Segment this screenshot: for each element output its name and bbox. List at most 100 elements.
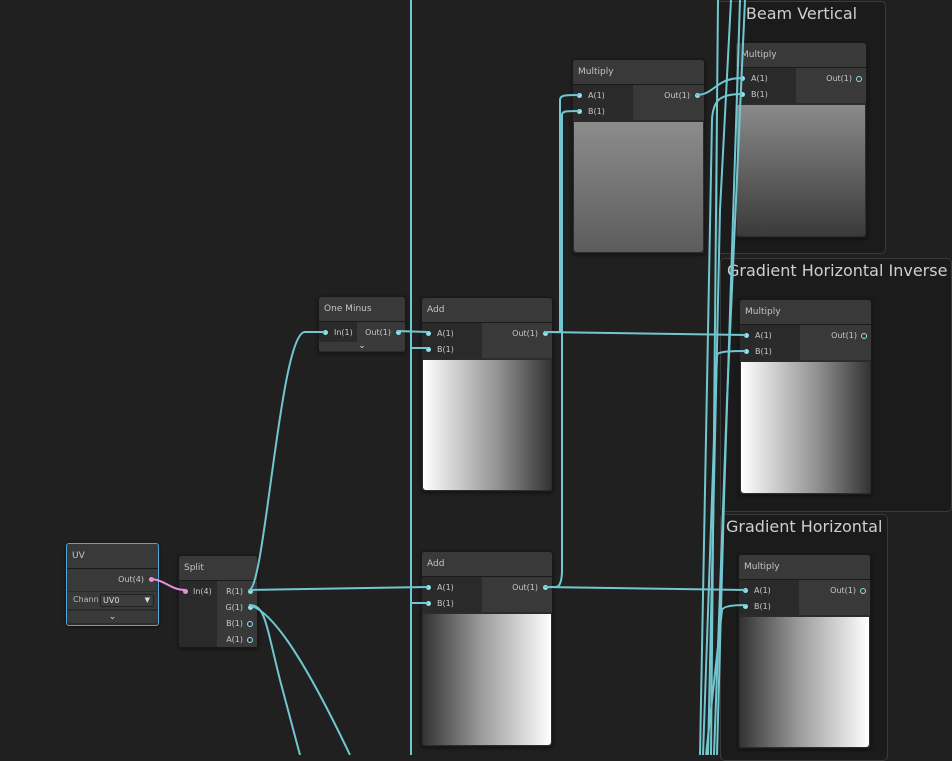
node-title: Multiply	[573, 60, 704, 85]
float-port-dot-icon[interactable]	[577, 109, 582, 114]
output-port-g[interactable]: G(1)	[225, 602, 253, 614]
float-port-dot-icon[interactable]	[740, 76, 745, 81]
output-port-a[interactable]: A(1)	[226, 634, 253, 646]
vector4-port-dot-icon[interactable]	[149, 577, 154, 582]
float-port-dot-icon[interactable]	[744, 333, 749, 338]
node-title: UV	[67, 544, 158, 569]
port-label: G(1)	[225, 603, 243, 612]
input-port-a[interactable]: A(1)	[740, 73, 768, 85]
port-label: A(1)	[226, 635, 243, 644]
empty-port-dot-icon[interactable]	[860, 588, 866, 594]
input-port-in[interactable]: In(4)	[183, 586, 212, 598]
float-port-dot-icon[interactable]	[743, 604, 748, 609]
float-port-dot-icon[interactable]	[426, 331, 431, 336]
add-node-top[interactable]: Add A(1) B(1) Out(1)	[421, 297, 553, 492]
output-port-out[interactable]: Out(1)	[826, 73, 862, 85]
multiply-node-gradient-inverse[interactable]: Multiply A(1) B(1) Out(1)	[739, 299, 872, 495]
channel-row: Channe UV0 ▼	[67, 592, 158, 609]
empty-port-dot-icon[interactable]	[247, 637, 253, 643]
port-label: Out(1)	[512, 329, 538, 338]
output-port-out[interactable]: Out(1)	[830, 585, 866, 597]
input-port-b[interactable]: B(1)	[744, 346, 772, 358]
node-title: Add	[422, 552, 552, 577]
node-title: Multiply	[740, 300, 871, 325]
port-label: B(1)	[437, 345, 454, 354]
port-label: B(1)	[437, 599, 454, 608]
float-port-dot-icon[interactable]	[740, 92, 745, 97]
output-port-out[interactable]: Out(1)	[831, 330, 867, 342]
port-label: A(1)	[588, 91, 605, 100]
group-title: Gradient Horizontal	[726, 517, 883, 536]
input-port-b[interactable]: B(1)	[426, 344, 454, 356]
channel-label: Channe	[73, 595, 99, 604]
channel-dropdown[interactable]: UV0 ▼	[100, 594, 154, 607]
node-title: Multiply	[739, 555, 870, 580]
port-label: Out(1)	[512, 583, 538, 592]
uv-node[interactable]: UV Out(4) Channe UV0 ▼ ⌄	[66, 543, 159, 626]
output-port-out[interactable]: Out(1)	[664, 90, 700, 102]
float-port-dot-icon[interactable]	[543, 585, 548, 590]
float-port-dot-icon[interactable]	[248, 589, 253, 594]
port-label: Out(1)	[365, 328, 391, 337]
port-label: B(1)	[754, 602, 771, 611]
output-port[interactable]: Out(4)	[118, 574, 154, 586]
group-title: Gradient Horizontal Inverse	[727, 261, 948, 280]
empty-port-dot-icon[interactable]	[247, 621, 253, 627]
empty-port-dot-icon[interactable]	[861, 333, 867, 339]
node-preview	[574, 122, 703, 252]
multiply-node-beam-vertical[interactable]: Multiply A(1) B(1) Out(1)	[735, 42, 867, 238]
wire-split-r-one-minus	[248, 331, 325, 591]
multiply-node-mid[interactable]: Multiply A(1) B(1) Out(1)	[572, 59, 705, 254]
chevron-down-icon: ⌄	[108, 612, 117, 622]
wire-split-g-down-2	[248, 604, 351, 755]
float-port-dot-icon[interactable]	[426, 585, 431, 590]
float-port-dot-icon[interactable]	[426, 601, 431, 606]
float-port-dot-icon[interactable]	[744, 349, 749, 354]
multiply-node-gradient-horizontal[interactable]: Multiply A(1) B(1) Out(1)	[738, 554, 871, 749]
input-port-b[interactable]: B(1)	[743, 601, 771, 613]
input-port-a[interactable]: A(1)	[577, 90, 605, 102]
channel-value: UV0	[103, 596, 120, 605]
output-port-b[interactable]: B(1)	[226, 618, 253, 630]
input-port-a[interactable]: A(1)	[743, 585, 771, 597]
wire-add-bottom-multiply-horizontal	[543, 586, 747, 591]
collapse-preview-button[interactable]: ⌄	[319, 342, 405, 351]
input-port-in[interactable]: In(1)	[323, 327, 353, 339]
port-label: B(1)	[755, 347, 772, 356]
float-port-dot-icon[interactable]	[695, 93, 700, 98]
float-port-dot-icon[interactable]	[248, 605, 253, 610]
float-port-dot-icon[interactable]	[396, 330, 401, 335]
port-label: A(1)	[437, 583, 454, 592]
input-port-b[interactable]: B(1)	[740, 89, 768, 101]
float-port-dot-icon[interactable]	[577, 93, 582, 98]
float-port-dot-icon[interactable]	[743, 588, 748, 593]
port-label: R(1)	[226, 587, 243, 596]
one-minus-node[interactable]: One Minus In(1) Out(1) ⌄	[318, 296, 406, 353]
input-port-b[interactable]: B(1)	[577, 106, 605, 118]
output-port-out[interactable]: Out(1)	[365, 327, 401, 339]
output-port-out[interactable]: Out(1)	[512, 582, 548, 594]
input-port-a[interactable]: A(1)	[744, 330, 772, 342]
float-port-dot-icon[interactable]	[323, 330, 328, 335]
split-node[interactable]: Split In(4) R(1) G(1) B(1) A(1)	[178, 555, 258, 648]
port-label: Out(1)	[826, 74, 852, 83]
output-port-r[interactable]: R(1)	[226, 586, 253, 598]
node-title: One Minus	[319, 297, 405, 322]
input-port-b[interactable]: B(1)	[426, 598, 454, 610]
port-label: In(4)	[193, 587, 212, 596]
empty-port-dot-icon[interactable]	[856, 76, 862, 82]
port-label: Out(1)	[664, 91, 690, 100]
collapse-preview-button[interactable]: ⌄	[67, 611, 158, 623]
add-node-bottom[interactable]: Add A(1) B(1) Out(1)	[421, 551, 553, 747]
node-preview	[423, 614, 551, 745]
output-port-out[interactable]: Out(1)	[512, 328, 548, 340]
vector4-port-dot-icon[interactable]	[183, 589, 188, 594]
port-label: In(1)	[334, 328, 353, 337]
float-port-dot-icon[interactable]	[543, 331, 548, 336]
port-label: A(1)	[755, 331, 772, 340]
float-port-dot-icon[interactable]	[426, 347, 431, 352]
input-port-a[interactable]: A(1)	[426, 582, 454, 594]
input-port-a[interactable]: A(1)	[426, 328, 454, 340]
node-preview	[737, 105, 865, 236]
node-title: Multiply	[736, 43, 866, 68]
